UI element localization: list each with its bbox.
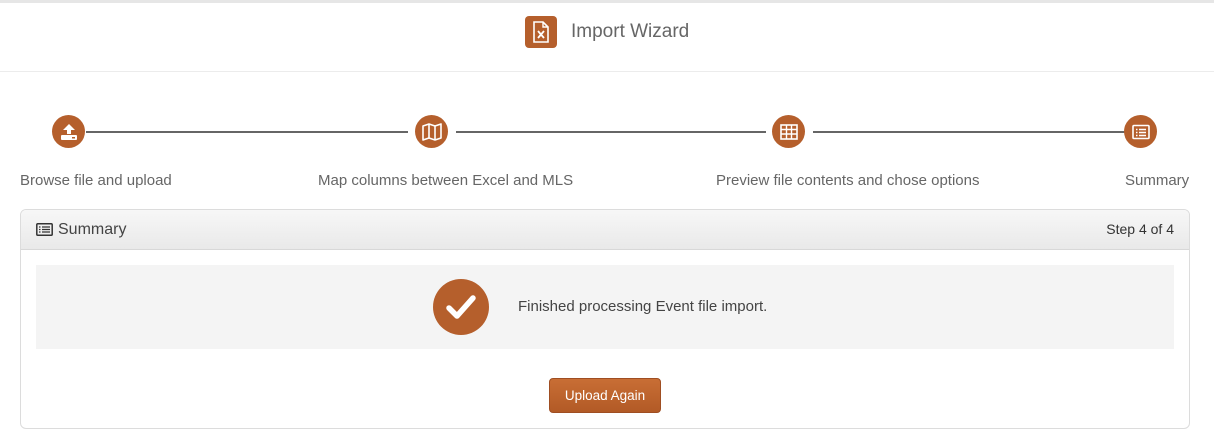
step-1-upload-button[interactable] bbox=[52, 115, 85, 148]
page-title: Import Wizard bbox=[571, 21, 690, 42]
step-3-preview-button[interactable] bbox=[772, 115, 805, 148]
panel-header: Summary Step 4 of 4 bbox=[21, 210, 1189, 250]
summary-panel: Summary Step 4 of 4 Finished processing … bbox=[20, 209, 1190, 429]
step-connector bbox=[456, 131, 766, 133]
list-alt-icon bbox=[36, 223, 53, 241]
excel-file-icon bbox=[525, 16, 557, 48]
step-connector bbox=[813, 131, 1125, 133]
check-icon bbox=[433, 279, 489, 335]
upload-again-button[interactable]: Upload Again bbox=[549, 378, 661, 413]
step-3-label: Preview file contents and chose options bbox=[716, 172, 980, 189]
step-2-map-button[interactable] bbox=[415, 115, 448, 148]
panel-title: Summary bbox=[58, 221, 127, 238]
step-indicator: Step 4 of 4 bbox=[1106, 221, 1174, 237]
result-message-box: Finished processing Event file import. bbox=[36, 265, 1174, 349]
step-2-label: Map columns between Excel and MLS bbox=[318, 172, 574, 189]
step-1-label: Browse file and upload bbox=[20, 172, 172, 189]
result-message: Finished processing Event file import. bbox=[518, 298, 768, 315]
step-4-label: Summary bbox=[1125, 172, 1190, 189]
step-4-summary-button[interactable] bbox=[1124, 115, 1157, 148]
step-connector bbox=[86, 131, 408, 133]
wizard-steps: Browse file and upload Map columns betwe… bbox=[0, 112, 1214, 202]
header: Import Wizard bbox=[0, 3, 1214, 72]
